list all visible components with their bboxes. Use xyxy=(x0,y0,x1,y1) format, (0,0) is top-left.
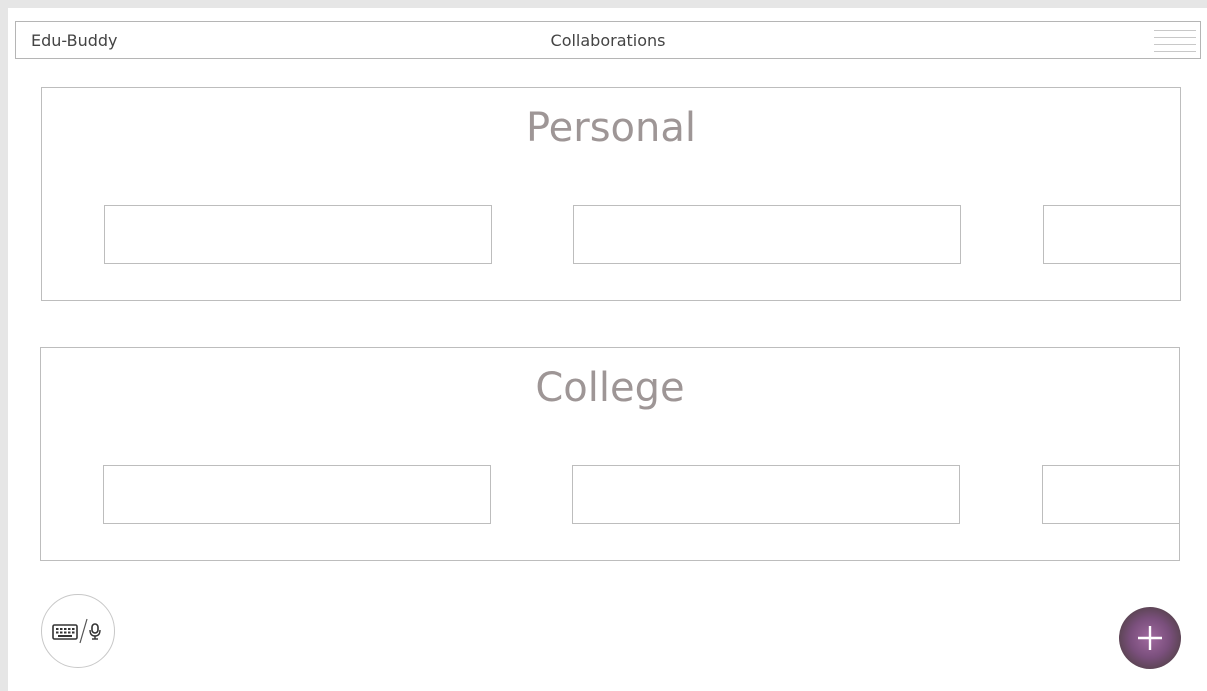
college-collab-card[interactable] xyxy=(572,465,960,524)
microphone-icon xyxy=(89,623,101,640)
section-college: College xyxy=(40,347,1180,561)
keyboard-icon xyxy=(52,624,78,640)
personal-collab-card[interactable] xyxy=(104,205,492,264)
page-title: Collaborations xyxy=(550,31,666,50)
plus-icon xyxy=(1138,626,1162,650)
section-title-college: College xyxy=(535,365,685,411)
app-title[interactable]: Edu-Buddy xyxy=(31,22,118,60)
divider-slash xyxy=(79,618,88,644)
top-bar: Collaborations Edu-Buddy xyxy=(15,21,1201,59)
personal-collab-card[interactable] xyxy=(573,205,961,264)
add-collaboration-button[interactable] xyxy=(1119,607,1181,669)
keyboard-voice-toggle-button[interactable] xyxy=(41,594,115,668)
section-title-personal: Personal xyxy=(525,105,697,151)
hamburger-menu-icon[interactable] xyxy=(1154,28,1196,54)
section-personal: Personal xyxy=(41,87,1181,301)
college-collab-card[interactable] xyxy=(1042,465,1179,524)
personal-collab-card[interactable] xyxy=(1043,205,1180,264)
college-collab-card[interactable] xyxy=(103,465,491,524)
